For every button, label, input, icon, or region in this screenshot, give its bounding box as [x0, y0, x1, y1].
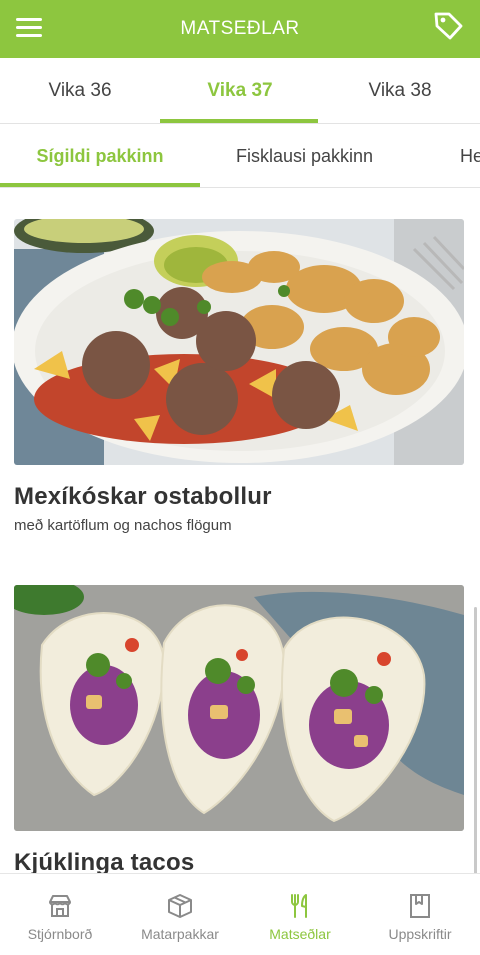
tab-week-37[interactable]: Vika 37: [160, 58, 320, 123]
menu-line: [16, 18, 42, 21]
app-header: MATSEÐLAR: [0, 0, 480, 58]
package-box-icon: [168, 894, 192, 918]
package-tabs: Sígildi pakkinn Fisklausi pakkinn He: [0, 124, 480, 188]
scrollbar[interactable]: [474, 607, 477, 873]
price-tag-icon[interactable]: [430, 9, 466, 45]
nav-food-packages[interactable]: Matarpakkar: [120, 874, 240, 955]
chicken-tacos-photo: [14, 585, 464, 831]
menu-line: [16, 26, 42, 29]
nav-label: Matseðlar: [269, 926, 331, 942]
recipe-card[interactable]: Mexíkóskar ostabollur með kartöflum og n…: [14, 219, 464, 534]
tab-next-package[interactable]: He: [460, 124, 480, 187]
nav-menus[interactable]: Matseðlar: [240, 874, 360, 955]
meatballs-with-potatoes-photo: [14, 219, 464, 465]
recipe-card[interactable]: Kjúklinga tacos: [14, 585, 464, 873]
week-tabs: Vika 36 Vika 37 Vika 38: [0, 58, 480, 124]
recipe-title: Kjúklinga tacos: [14, 849, 195, 873]
bookmark-book-icon: [410, 894, 430, 918]
recipe-list: Mexíkóskar ostabollur með kartöflum og n…: [0, 189, 480, 873]
menu-line: [16, 34, 42, 37]
storefront-icon: [49, 895, 71, 917]
nav-label: Stjórnborð: [27, 926, 93, 942]
tab-week-36[interactable]: Vika 36: [0, 58, 160, 123]
tab-week-38[interactable]: Vika 38: [320, 58, 480, 123]
nav-dashboard[interactable]: Stjórnborð: [0, 874, 120, 955]
nav-label: Matarpakkar: [141, 926, 219, 942]
fork-knife-icon: [291, 894, 307, 918]
bottom-navigation: Stjórnborð Matarpakkar Matseðlar Uppskri…: [0, 873, 480, 955]
tab-classic-package[interactable]: Sígildi pakkinn: [0, 124, 200, 187]
recipe-title: Mexíkóskar ostabollur: [14, 483, 272, 510]
tab-fish-free-package[interactable]: Fisklausi pakkinn: [236, 124, 373, 187]
page-title: MATSEÐLAR: [180, 18, 300, 39]
recipe-subtitle: með kartöflum og nachos flögum: [14, 517, 232, 534]
hamburger-menu-icon[interactable]: [14, 12, 44, 42]
nav-label: Uppskriftir: [388, 926, 452, 942]
nav-recipes[interactable]: Uppskriftir: [360, 874, 480, 955]
